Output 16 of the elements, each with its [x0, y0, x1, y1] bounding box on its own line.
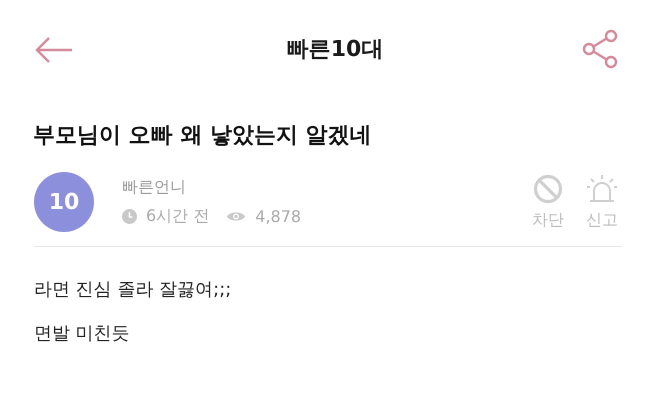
author-name[interactable]: 빠른언니 — [122, 177, 532, 198]
view-count: 4,878 — [255, 207, 302, 226]
eye-icon — [226, 210, 246, 223]
post-text: 면발 미친듯 — [34, 322, 131, 345]
back-icon[interactable] — [34, 36, 74, 64]
post-time: 6시간 전 — [146, 206, 210, 227]
siren-icon — [586, 174, 618, 204]
post-text: 라면 진심 졸라 잘끓여;;; — [34, 278, 232, 301]
clock-icon — [122, 209, 137, 224]
block-button[interactable]: 차단 — [532, 174, 564, 230]
block-icon — [533, 174, 563, 204]
post-title: 부모님이 오빠 왜 낳았는지 알겠네 — [33, 122, 373, 150]
share-icon[interactable] — [582, 29, 620, 69]
level-badge: 10 — [34, 172, 94, 232]
report-button[interactable]: 신고 — [586, 174, 618, 230]
screen-title: 빠른10대 — [286, 36, 384, 64]
